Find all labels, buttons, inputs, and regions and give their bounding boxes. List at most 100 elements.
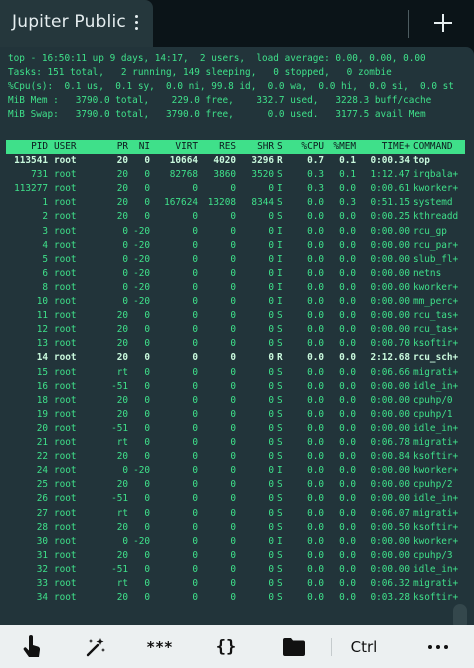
cell-ni: 0 xyxy=(144,338,150,350)
cell-pid: 22 xyxy=(36,451,48,463)
cell-ni: 0 xyxy=(144,394,150,406)
cell-virt: 0 xyxy=(192,352,198,364)
cell-mem: 0.0 xyxy=(339,394,356,406)
cell-virt: 82768 xyxy=(169,169,198,181)
cell-pid: 19 xyxy=(36,408,48,420)
cell-cmd: ksoftir+ xyxy=(413,521,459,533)
cell-ni: 0 xyxy=(144,507,150,519)
cell-ni: 0 xyxy=(144,451,150,463)
cell-virt: 0 xyxy=(192,380,198,392)
cell-cmd: ksoftir+ xyxy=(413,592,459,604)
folder-icon[interactable] xyxy=(264,625,324,668)
cell-shr: 0 xyxy=(268,394,274,406)
cell-ni: 0 xyxy=(144,324,150,336)
cell-s: S xyxy=(277,197,283,209)
top-uptime-line: top - 16:50:11 up 9 days, 14:17, 2 users… xyxy=(8,53,426,64)
cell-time: 0:00.00 xyxy=(370,380,410,392)
cell-cpu: 0.7 xyxy=(307,155,324,166)
cell-res: 0 xyxy=(230,281,236,293)
cell-pid: 28 xyxy=(36,521,48,533)
cell-cmd: idle_in+ xyxy=(413,563,459,575)
cell-shr: 0 xyxy=(268,310,274,322)
cell-ni: 0 xyxy=(144,183,150,195)
tab-divider xyxy=(408,10,409,38)
cell-shr: 0 xyxy=(268,338,274,350)
cell-cmd: rcu_tas+ xyxy=(413,324,459,336)
cell-cmd: idle_in+ xyxy=(413,422,459,434)
ctrl-key-label: Ctrl xyxy=(350,637,378,656)
cell-res: 0 xyxy=(230,310,236,322)
plus-icon[interactable] xyxy=(424,6,462,40)
cell-res: 0 xyxy=(230,366,236,378)
cell-pid: 13 xyxy=(36,338,48,350)
scrollbar-handle[interactable] xyxy=(453,604,467,625)
cell-cmd: idle_in+ xyxy=(413,380,459,392)
magic-wand-icon[interactable] xyxy=(66,625,126,668)
cell-ni: 0 xyxy=(144,169,150,181)
cell-pid: 26 xyxy=(36,493,48,505)
cell-cpu: 0.0 xyxy=(307,394,324,406)
table-row: 4 root 0 -20 0 0 0 I 0.0 0.0 0:00.00 rcu_par+ xyxy=(6,239,465,253)
cell-shr: 0 xyxy=(268,422,274,434)
cell-cmd: cpuhp/0 xyxy=(413,394,453,406)
cell-virt: 0 xyxy=(192,296,198,307)
column-header-mem: %MEM xyxy=(333,141,356,152)
cell-s: S xyxy=(277,479,283,491)
more-dots-icon[interactable] xyxy=(408,625,468,668)
cell-mem: 0.0 xyxy=(339,549,356,561)
cell-ni: 0 xyxy=(144,310,150,322)
cell-time: 0:51.15 xyxy=(370,197,410,209)
table-row: 16 root -51 0 0 0 0 S 0.0 0.0 0:00.00 idle_in+ xyxy=(6,380,465,394)
column-header-pid: PID xyxy=(31,141,48,152)
cell-mem: 0.0 xyxy=(339,296,356,307)
kebab-menu-icon[interactable] xyxy=(131,13,141,33)
cell-mem: 0.0 xyxy=(339,338,356,350)
cell-ni: -20 xyxy=(133,239,150,251)
column-header-s: S xyxy=(277,141,283,152)
cell-virt: 0 xyxy=(192,253,198,265)
table-row: 6 root 0 -20 0 0 0 I 0.0 0.0 0:00.00 netns xyxy=(6,267,465,281)
cell-s: I xyxy=(277,183,283,195)
cell-virt: 0 xyxy=(192,521,198,533)
cell-time: 0:00.00 xyxy=(370,535,410,547)
column-header-time: TIME+ xyxy=(381,141,410,152)
cell-s: S xyxy=(277,493,283,505)
terminal-view[interactable]: top - 16:50:11 up 9 days, 14:17, 2 users… xyxy=(0,47,474,625)
table-row: 3 root 0 -20 0 0 0 I 0.0 0.0 0:00.00 rcu_gp xyxy=(6,225,465,239)
cell-virt: 0 xyxy=(192,211,198,223)
cell-cmd: rcu_sch+ xyxy=(413,352,459,364)
cell-ni: 0 xyxy=(144,155,150,166)
cell-res: 4020 xyxy=(213,155,236,166)
cell-res: 0 xyxy=(230,563,236,575)
cell-pid: 24 xyxy=(36,465,48,477)
ctrl-key-button[interactable]: Ctrl xyxy=(334,625,394,668)
cell-time: 2:12.68 xyxy=(370,352,410,364)
cell-user: root xyxy=(54,366,77,378)
touch-hand-icon[interactable] xyxy=(2,625,62,668)
cell-mem: 0.0 xyxy=(339,211,356,223)
cell-pid: 15 xyxy=(36,366,48,378)
cell-mem: 0.0 xyxy=(339,310,356,322)
cell-ni: 0 xyxy=(144,211,150,223)
cell-user: root xyxy=(54,281,77,293)
snippets-braces-icon[interactable]: {} xyxy=(196,625,256,668)
cell-mem: 0.0 xyxy=(339,479,356,491)
cell-cpu: 0.0 xyxy=(307,563,324,575)
session-tab[interactable]: Jupiter Public xyxy=(0,0,153,47)
cell-user: root xyxy=(54,324,77,336)
cell-shr: 0 xyxy=(268,281,274,293)
cell-s: S xyxy=(277,549,283,561)
cell-user: root xyxy=(54,310,77,322)
cell-shr: 3296 xyxy=(251,155,274,166)
cell-ni: 0 xyxy=(144,352,150,364)
cell-user: root xyxy=(54,493,77,505)
cell-res: 0 xyxy=(230,592,236,604)
cell-ni: 0 xyxy=(144,422,150,434)
cell-virt: 0 xyxy=(192,338,198,350)
cell-ni: 0 xyxy=(144,493,150,505)
password-icon[interactable]: *** xyxy=(130,625,190,668)
cell-res: 0 xyxy=(230,225,236,237)
cell-res: 0 xyxy=(230,422,236,434)
cell-pid: 8 xyxy=(42,281,48,293)
cell-mem: 0.0 xyxy=(339,521,356,533)
